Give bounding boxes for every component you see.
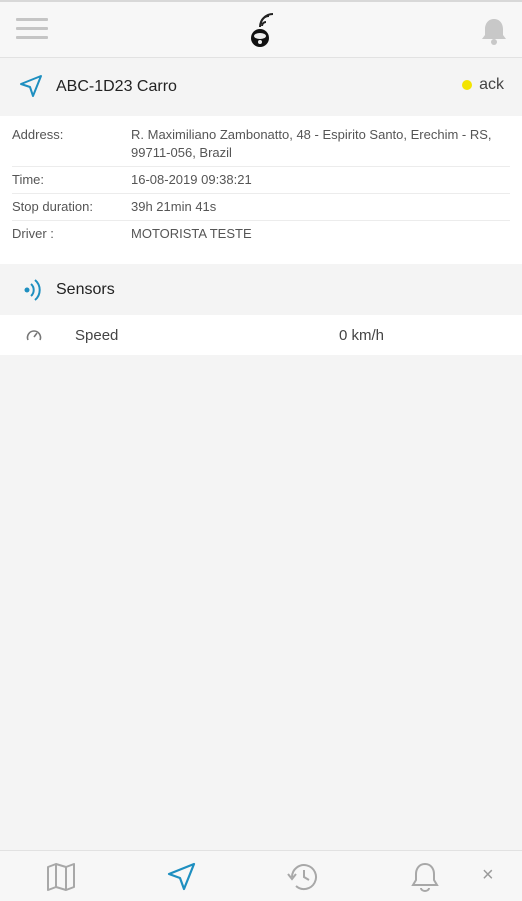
tab-history[interactable] [286,861,320,893]
menu-line [16,36,48,39]
sensor-value: 0 km/h [339,327,385,344]
menu-line [16,18,48,21]
sensor-name: Speed [75,327,119,344]
navigation-icon [167,862,196,891]
vehicle-header: ABC-1D23 Carro ack [0,59,522,114]
tab-map[interactable] [44,861,78,893]
history-icon [287,864,317,891]
detail-label: Stop duration: [12,199,93,214]
detail-row: Time: 16-08-2019 09:38:21 [12,167,510,194]
detail-value: 16-08-2019 09:38:21 [131,172,252,187]
navigation-arrow-icon [20,75,42,97]
detail-value: MOTORISTA TESTE [131,226,252,241]
menu-button[interactable] [16,18,48,44]
gauge-icon [26,330,42,341]
top-bar [0,0,522,58]
app-logo-icon [251,13,274,47]
close-button[interactable]: × [482,864,494,887]
tab-navigation[interactable] [165,861,199,893]
detail-label: Address: [12,127,64,142]
notifications-bell-icon[interactable] [480,16,508,46]
sensors-header: Sensors [0,264,522,314]
tab-notifications[interactable] [408,861,442,893]
map-icon [47,863,75,891]
sensors-title: Sensors [56,281,115,298]
sensor-row: Speed 0 km/h [0,315,522,355]
detail-row: Driver : MOTORISTA TESTE [12,221,510,247]
bell-icon [411,862,439,892]
detail-label: Time: [12,172,45,187]
detail-value: 39h 21min 41s [131,199,217,214]
status-badge: ack [462,76,504,94]
detail-row: Stop duration: 39h 21min 41s [12,194,510,221]
detail-value: R. Maximiliano Zambonatto, 48 - Espirito… [131,127,492,160]
status-dot [462,80,473,90]
bottom-nav: × [0,850,522,901]
menu-line [16,27,48,30]
detail-row: Address: R. Maximiliano Zambonatto, 48 - … [12,122,510,167]
vehicle-title: ABC-1D23 Carro [56,78,177,95]
status-text: ack [479,76,504,93]
vehicle-details: Address: R. Maximiliano Zambonatto, 48 - … [0,116,522,264]
detail-label: Driver : [12,226,54,241]
signal-icon [24,279,41,301]
